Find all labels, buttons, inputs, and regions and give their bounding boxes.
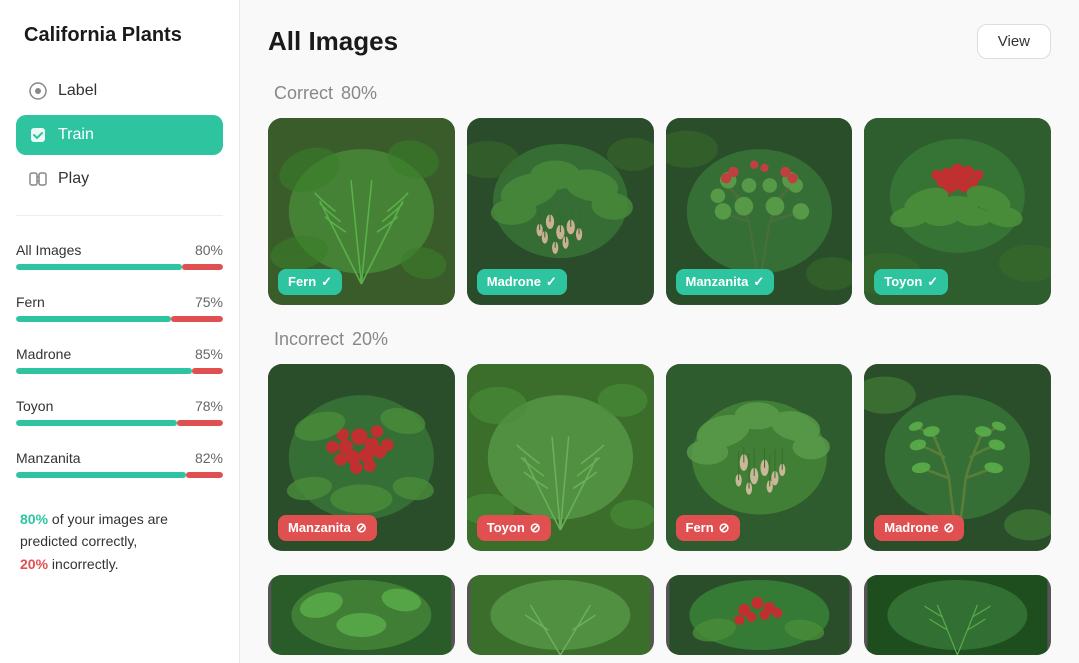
label-madrone-incorrect: Madrone ⊘ <box>874 515 964 541</box>
incorrect-image-grid: Manzanita ⊘ <box>268 364 1051 551</box>
summary-text3: incorrectly. <box>52 556 119 572</box>
stat-all-images[interactable]: All Images 80% <box>16 232 223 280</box>
stat-madrone-bar <box>16 368 223 374</box>
stat-madrone[interactable]: Madrone 85% <box>16 336 223 384</box>
sidebar-play-text: Play <box>58 170 89 188</box>
sidebar-summary: 80% of your images are predicted correct… <box>16 508 223 575</box>
stat-manzanita-bar-red <box>186 472 223 478</box>
image-card-toyon-correct[interactable]: Toyon ✓ <box>864 118 1051 305</box>
stat-manzanita-label: Manzanita <box>16 450 81 466</box>
label-manzanita-incorrect: Manzanita ⊘ <box>278 515 377 541</box>
stat-manzanita-bar-fill <box>16 472 186 478</box>
stat-madrone-label: Madrone <box>16 346 71 362</box>
stat-toyon-bar <box>16 420 223 426</box>
incorrect-pct-highlight: 20% <box>20 556 48 572</box>
stat-madrone-bar-red <box>192 368 223 374</box>
label-toyon-incorrect: Toyon ⊘ <box>477 515 551 541</box>
stat-manzanita-bar <box>16 472 223 478</box>
stat-all-bar-red <box>182 264 223 270</box>
stat-toyon-pct: 78% <box>195 398 223 414</box>
main-title: All Images <box>268 26 398 57</box>
stat-madrone-bar-fill <box>16 368 192 374</box>
stat-madrone-pct: 85% <box>195 346 223 362</box>
stat-all-label: All Images <box>16 242 81 258</box>
correct-image-grid: Fern ✓ <box>268 118 1051 305</box>
view-button[interactable]: View <box>977 24 1051 59</box>
stat-fern[interactable]: Fern 75% <box>16 284 223 332</box>
bottom-card-4[interactable] <box>864 575 1051 655</box>
stat-toyon-bar-fill <box>16 420 177 426</box>
stat-all-bar <box>16 264 223 270</box>
sidebar-item-train[interactable]: Train <box>16 115 223 155</box>
stat-toyon[interactable]: Toyon 78% <box>16 388 223 436</box>
stat-manzanita[interactable]: Manzanita 82% <box>16 440 223 488</box>
main-content: All Images View Correct80% <box>240 0 1079 663</box>
image-card-fern-incorrect[interactable]: Fern ⊘ <box>666 364 853 551</box>
sidebar-label-text: Label <box>58 82 97 100</box>
image-card-madrone-correct[interactable]: Madrone ✓ <box>467 118 654 305</box>
bottom-image-grid <box>268 575 1051 655</box>
image-card-toyon-incorrect[interactable]: Toyon ⊘ <box>467 364 654 551</box>
image-card-manzanita-correct[interactable]: Manzanita ✓ <box>666 118 853 305</box>
label-icon <box>28 81 48 101</box>
image-card-fern-correct[interactable]: Fern ✓ <box>268 118 455 305</box>
incorrect-section-label: Incorrect20% <box>268 329 1051 350</box>
image-card-manzanita-incorrect[interactable]: Manzanita ⊘ <box>268 364 455 551</box>
summary-text2: predicted correctly, <box>20 533 137 549</box>
correct-pct-highlight: 80% <box>20 511 48 527</box>
label-manzanita-correct: Manzanita ✓ <box>676 269 775 295</box>
bottom-card-2[interactable] <box>467 575 654 655</box>
stat-fern-bar-fill <box>16 316 171 322</box>
summary-text1: of your images are <box>52 511 168 527</box>
sidebar-divider <box>16 215 223 216</box>
sidebar-item-play[interactable]: Play <box>16 159 223 199</box>
bottom-card-3[interactable] <box>666 575 853 655</box>
stat-fern-bar <box>16 316 223 322</box>
sidebar-train-text: Train <box>58 126 94 144</box>
stat-toyon-label: Toyon <box>16 398 53 414</box>
label-toyon-correct: Toyon ✓ <box>874 269 948 295</box>
sidebar-item-label[interactable]: Label <box>16 71 223 111</box>
bottom-card-1[interactable] <box>268 575 455 655</box>
main-header: All Images View <box>268 24 1051 59</box>
label-fern-incorrect: Fern ⊘ <box>676 515 740 541</box>
stat-all-bar-fill <box>16 264 182 270</box>
label-madrone-correct: Madrone ✓ <box>477 269 567 295</box>
stat-manzanita-pct: 82% <box>195 450 223 466</box>
stat-fern-bar-red <box>171 316 223 322</box>
stat-fern-pct: 75% <box>195 294 223 310</box>
app-title: California Plants <box>16 24 223 47</box>
image-card-madrone-incorrect[interactable]: Madrone ⊘ <box>864 364 1051 551</box>
stat-fern-label: Fern <box>16 294 45 310</box>
stat-toyon-bar-red <box>177 420 223 426</box>
sidebar: California Plants Label Train <box>0 0 240 663</box>
label-fern-correct: Fern ✓ <box>278 269 342 295</box>
train-icon <box>28 125 48 145</box>
correct-section-label: Correct80% <box>268 83 1051 104</box>
stat-all-pct: 80% <box>195 242 223 258</box>
play-icon <box>28 169 48 189</box>
